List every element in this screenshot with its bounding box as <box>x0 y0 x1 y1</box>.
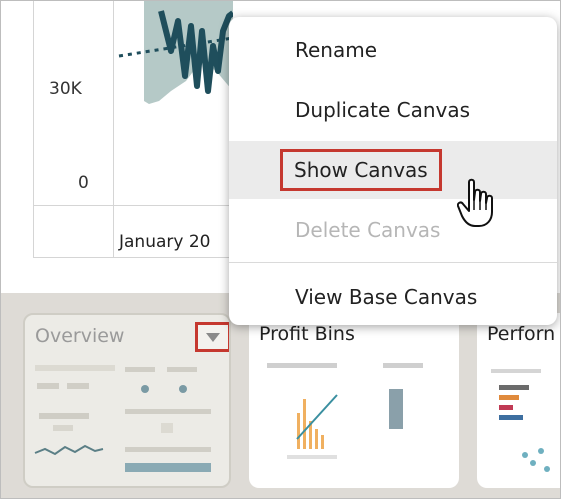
grid-line <box>33 257 233 258</box>
canvas-title: Profit Bins <box>259 323 355 345</box>
canvas-tab-profit-bins[interactable]: Profit Bins <box>249 313 459 488</box>
menu-separator <box>229 262 557 263</box>
menu-item-label: Show Canvas <box>280 149 442 191</box>
menu-item-show-canvas[interactable]: Show Canvas <box>229 141 557 199</box>
menu-item-delete-canvas: Delete Canvas <box>229 201 557 259</box>
menu-item-label: Delete Canvas <box>295 218 441 242</box>
menu-item-view-base-canvas[interactable]: View Base Canvas <box>229 268 557 326</box>
canvas-title: Perforn <box>487 323 556 345</box>
canvas-tab-overview[interactable]: Overview <box>23 313 231 488</box>
menu-item-label: View Base Canvas <box>295 285 478 309</box>
canvas-thumbnail <box>491 369 550 472</box>
workbook-view: 30K 0 January 20 Overview Profit Bins Pe… <box>0 0 561 499</box>
menu-item-label: Rename <box>295 38 378 62</box>
canvas-title: Overview <box>35 325 125 347</box>
grid-line <box>33 205 233 206</box>
x-tick-label: January 20 <box>119 232 211 252</box>
chevron-down-icon <box>206 332 220 342</box>
menu-item-rename[interactable]: Rename <box>229 21 557 79</box>
canvas-thumbnail <box>267 363 423 459</box>
canvas-menu-dropdown[interactable] <box>195 322 229 352</box>
canvas-tab-performance[interactable]: Perforn <box>477 313 560 488</box>
canvas-thumbnail <box>34 365 211 472</box>
menu-item-label: Duplicate Canvas <box>295 98 471 122</box>
hand-pointer-icon <box>457 178 493 227</box>
menu-item-duplicate-canvas[interactable]: Duplicate Canvas <box>229 81 557 139</box>
canvas-context-menu: Rename Duplicate Canvas Show Canvas Dele… <box>229 17 557 325</box>
chart-plot <box>118 1 233 104</box>
